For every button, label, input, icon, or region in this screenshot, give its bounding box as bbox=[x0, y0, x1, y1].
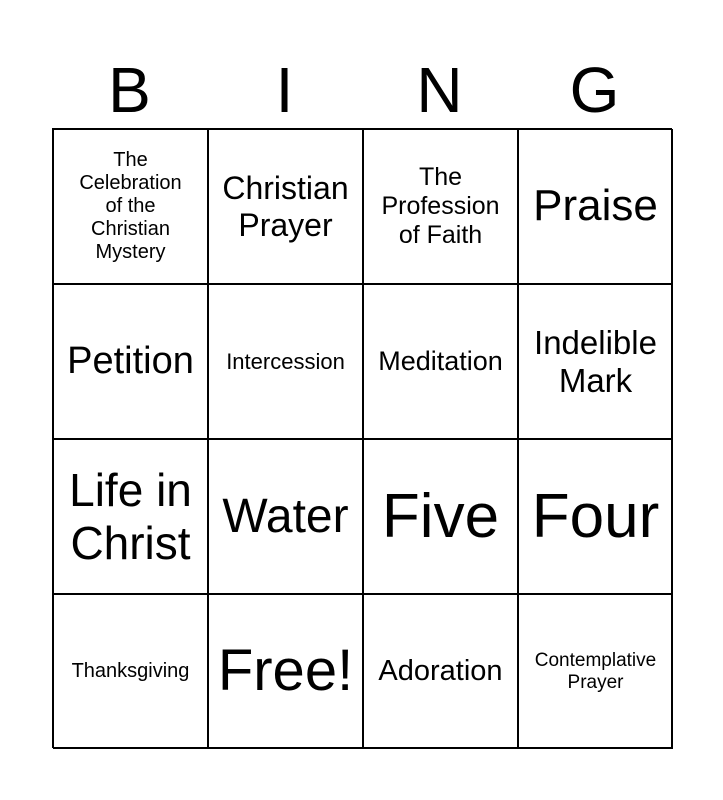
bingo-cell-text: Free! bbox=[217, 638, 354, 704]
bingo-cell-text: Adoration bbox=[378, 654, 503, 687]
bingo-cell-text: Indelible Mark bbox=[534, 323, 657, 399]
header-letter-i: I bbox=[275, 54, 294, 126]
bingo-cell-text: Four bbox=[531, 481, 660, 551]
bingo-cell[interactable]: Adoration bbox=[363, 594, 518, 749]
bingo-cell-text: Contemplative Prayer bbox=[534, 649, 657, 693]
bingo-cell-text: Intercession bbox=[226, 348, 345, 374]
bingo-cell[interactable]: Meditation bbox=[363, 284, 518, 439]
bingo-cell[interactable]: Contemplative Prayer bbox=[518, 594, 673, 749]
header-letter-n: N bbox=[416, 54, 463, 126]
bingo-cell-text: Five bbox=[381, 481, 500, 551]
bingo-cell-text: Thanksgiving bbox=[71, 660, 190, 682]
bingo-cell[interactable]: Petition bbox=[53, 284, 208, 439]
bingo-cell[interactable]: Intercession bbox=[208, 284, 363, 439]
bingo-cell-text: The Celebration of the Christian Mystery bbox=[79, 149, 182, 263]
bingo-cell-text: Praise bbox=[533, 181, 658, 231]
bingo-cell[interactable]: Thanksgiving bbox=[53, 594, 208, 749]
bingo-cell-text: Petition bbox=[67, 339, 194, 382]
bingo-header: B I N G bbox=[52, 52, 672, 128]
bingo-cell-text: Water bbox=[222, 489, 349, 543]
bingo-cell-text: Christian Prayer bbox=[222, 169, 349, 243]
bingo-cell[interactable]: Life in Christ bbox=[53, 439, 208, 594]
bingo-cell[interactable]: Christian Prayer bbox=[208, 129, 363, 284]
bingo-grid: The Celebration of the Christian Mystery… bbox=[52, 128, 673, 749]
bingo-cell[interactable]: The Celebration of the Christian Mystery bbox=[53, 129, 208, 284]
bingo-cell-text: Meditation bbox=[378, 345, 503, 376]
bingo-cell[interactable]: Free! bbox=[208, 594, 363, 749]
bingo-cell-text: The Profession of Faith bbox=[381, 163, 500, 249]
bingo-cell-text: Life in Christ bbox=[69, 463, 192, 569]
bingo-cell[interactable]: The Profession of Faith bbox=[363, 129, 518, 284]
bingo-cell[interactable]: Praise bbox=[518, 129, 673, 284]
header-letter-g: G bbox=[569, 54, 620, 126]
bingo-cell[interactable]: Water bbox=[208, 439, 363, 594]
bingo-cell[interactable]: Indelible Mark bbox=[518, 284, 673, 439]
bingo-cell[interactable]: Five bbox=[363, 439, 518, 594]
header-letter-b: B bbox=[108, 54, 151, 126]
bingo-cell[interactable]: Four bbox=[518, 439, 673, 594]
